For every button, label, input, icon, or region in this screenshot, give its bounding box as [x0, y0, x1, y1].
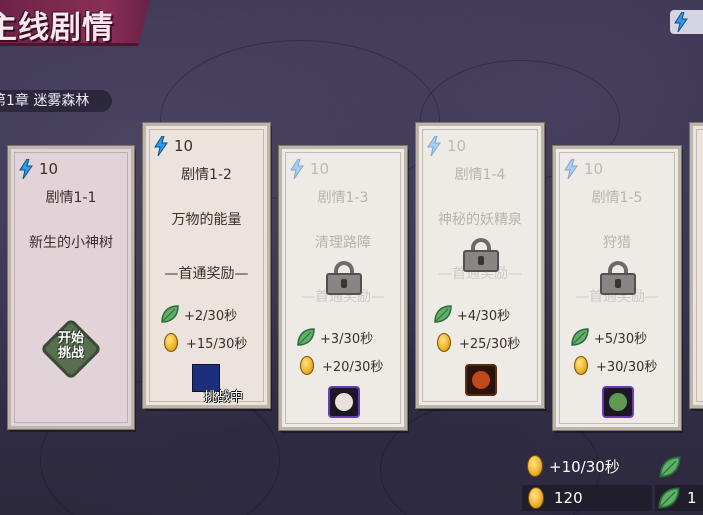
leaf-reward-value: +2/30秒 [184, 308, 238, 324]
energy-bolt-icon [427, 136, 441, 156]
coin-reward-value: +15/30秒 [186, 337, 248, 352]
leaf-icon [658, 487, 680, 509]
stage-cost: 10 [19, 159, 58, 179]
leaf-icon [659, 456, 681, 478]
stage-title: 剧情1-2 [181, 167, 232, 183]
page-title: 主线剧情 [0, 10, 114, 46]
leaf-reward-value: +3/30秒 [320, 331, 374, 347]
coin-rate-value: +10/30秒 [549, 457, 620, 476]
cost-value: 10 [310, 160, 330, 178]
cost-value: 10 [39, 160, 59, 178]
chapter-text: 第1章 迷雾森林 [0, 93, 90, 109]
boss-portrait-icon [465, 364, 497, 396]
leaf-icon [434, 305, 452, 323]
stage-card-1-3[interactable]: 10 剧情1-3 清理路障 —首通奖励— +3/30秒 +20/30秒 [279, 146, 407, 430]
coin-reward: +30/30秒 [574, 356, 657, 375]
start-challenge-label[interactable]: 开始 挑战 [51, 331, 91, 361]
stage-card-1-1[interactable]: 10 剧情1-1 新生的小神树 开始 挑战 [8, 146, 134, 429]
leaf-reward: +2/30秒 [160, 304, 237, 324]
title-banner: 主线剧情 [0, 0, 150, 46]
coin-rate-display: +10/30秒 [527, 455, 620, 477]
leaf-total-value: 1 [687, 489, 697, 507]
coin-icon [164, 333, 178, 352]
coin-reward-value: +25/30秒 [459, 337, 521, 352]
stage-cost: 10 [564, 159, 603, 179]
energy-bolt-icon [19, 159, 33, 179]
coin-reward-value: +20/30秒 [322, 360, 384, 375]
stage-cost: 10 [154, 136, 193, 156]
coin-icon [437, 333, 451, 352]
coin-reward-value: +30/30秒 [596, 360, 658, 375]
coin-icon [528, 487, 544, 509]
cost-value: 10 [447, 137, 467, 155]
leaf-icon [161, 305, 179, 323]
leaf-icon [571, 328, 589, 346]
energy-bolt-icon [564, 159, 578, 179]
stage-card-1-2[interactable]: 10 剧情1-2 万物的能量 —首通奖励— +2/30秒 +15/30秒 挑战中 [143, 123, 270, 408]
coin-reward: +25/30秒 [437, 333, 520, 352]
leaf-reward-value: +4/30秒 [457, 308, 511, 324]
boss-portrait-icon [328, 386, 360, 418]
energy-counter[interactable] [670, 10, 703, 34]
stage-title: 剧情1-3 [317, 190, 369, 206]
coin-total-value: 120 [554, 489, 583, 507]
stage-cost: 10 [427, 136, 466, 156]
leaf-reward: +3/30秒 [296, 327, 373, 347]
coin-icon [300, 356, 314, 375]
leaf-reward: +5/30秒 [570, 327, 647, 347]
energy-bolt-icon [290, 159, 304, 179]
cost-value: 10 [174, 137, 194, 155]
leaf-icon [297, 328, 315, 346]
coin-icon [574, 356, 588, 375]
lock-icon [326, 261, 362, 295]
status-badge: 挑战中 [204, 390, 244, 405]
stage-name: 清理路障 [315, 235, 371, 251]
leaf-total-display: 1 [655, 485, 703, 511]
coin-icon [527, 455, 543, 477]
stage-title: 剧情1-1 [45, 190, 97, 206]
leaf-reward-value: +5/30秒 [594, 331, 648, 347]
stage-cost: 10 [290, 159, 329, 179]
coin-reward: +20/30秒 [300, 356, 383, 375]
stage-name: 神秘的妖精泉 [438, 212, 522, 228]
boss-portrait-icon [602, 386, 634, 418]
cost-value: 10 [584, 160, 604, 178]
stage-card-1-5[interactable]: 10 剧情1-5 狩猎 —首通奖励— +5/30秒 +30/30秒 [553, 146, 681, 430]
stage-title: 剧情1-5 [591, 190, 643, 206]
coin-reward: +15/30秒 [164, 333, 247, 352]
leaf-rate-display [658, 455, 682, 479]
stage-card-1-4[interactable]: 10 剧情1-4 神秘的妖精泉 —首通奖励— +4/30秒 +25/30秒 [416, 123, 544, 408]
stage-name: 万物的能量 [171, 212, 242, 228]
lock-icon [600, 261, 636, 295]
chapter-label: 第1章 迷雾森林 [0, 90, 112, 112]
energy-bolt-icon [674, 12, 688, 32]
stage-card-partial[interactable] [690, 123, 703, 408]
first-clear-reward-heading: —首通奖励— [164, 266, 249, 282]
stage-name: 狩猎 [603, 235, 631, 251]
stage-title: 剧情1-4 [454, 167, 506, 183]
stage-name: 新生的小神树 [29, 235, 113, 251]
leaf-reward: +4/30秒 [433, 304, 510, 324]
energy-bolt-icon [154, 136, 168, 156]
lock-icon [463, 238, 499, 272]
coin-total-display: 120 [522, 485, 652, 511]
